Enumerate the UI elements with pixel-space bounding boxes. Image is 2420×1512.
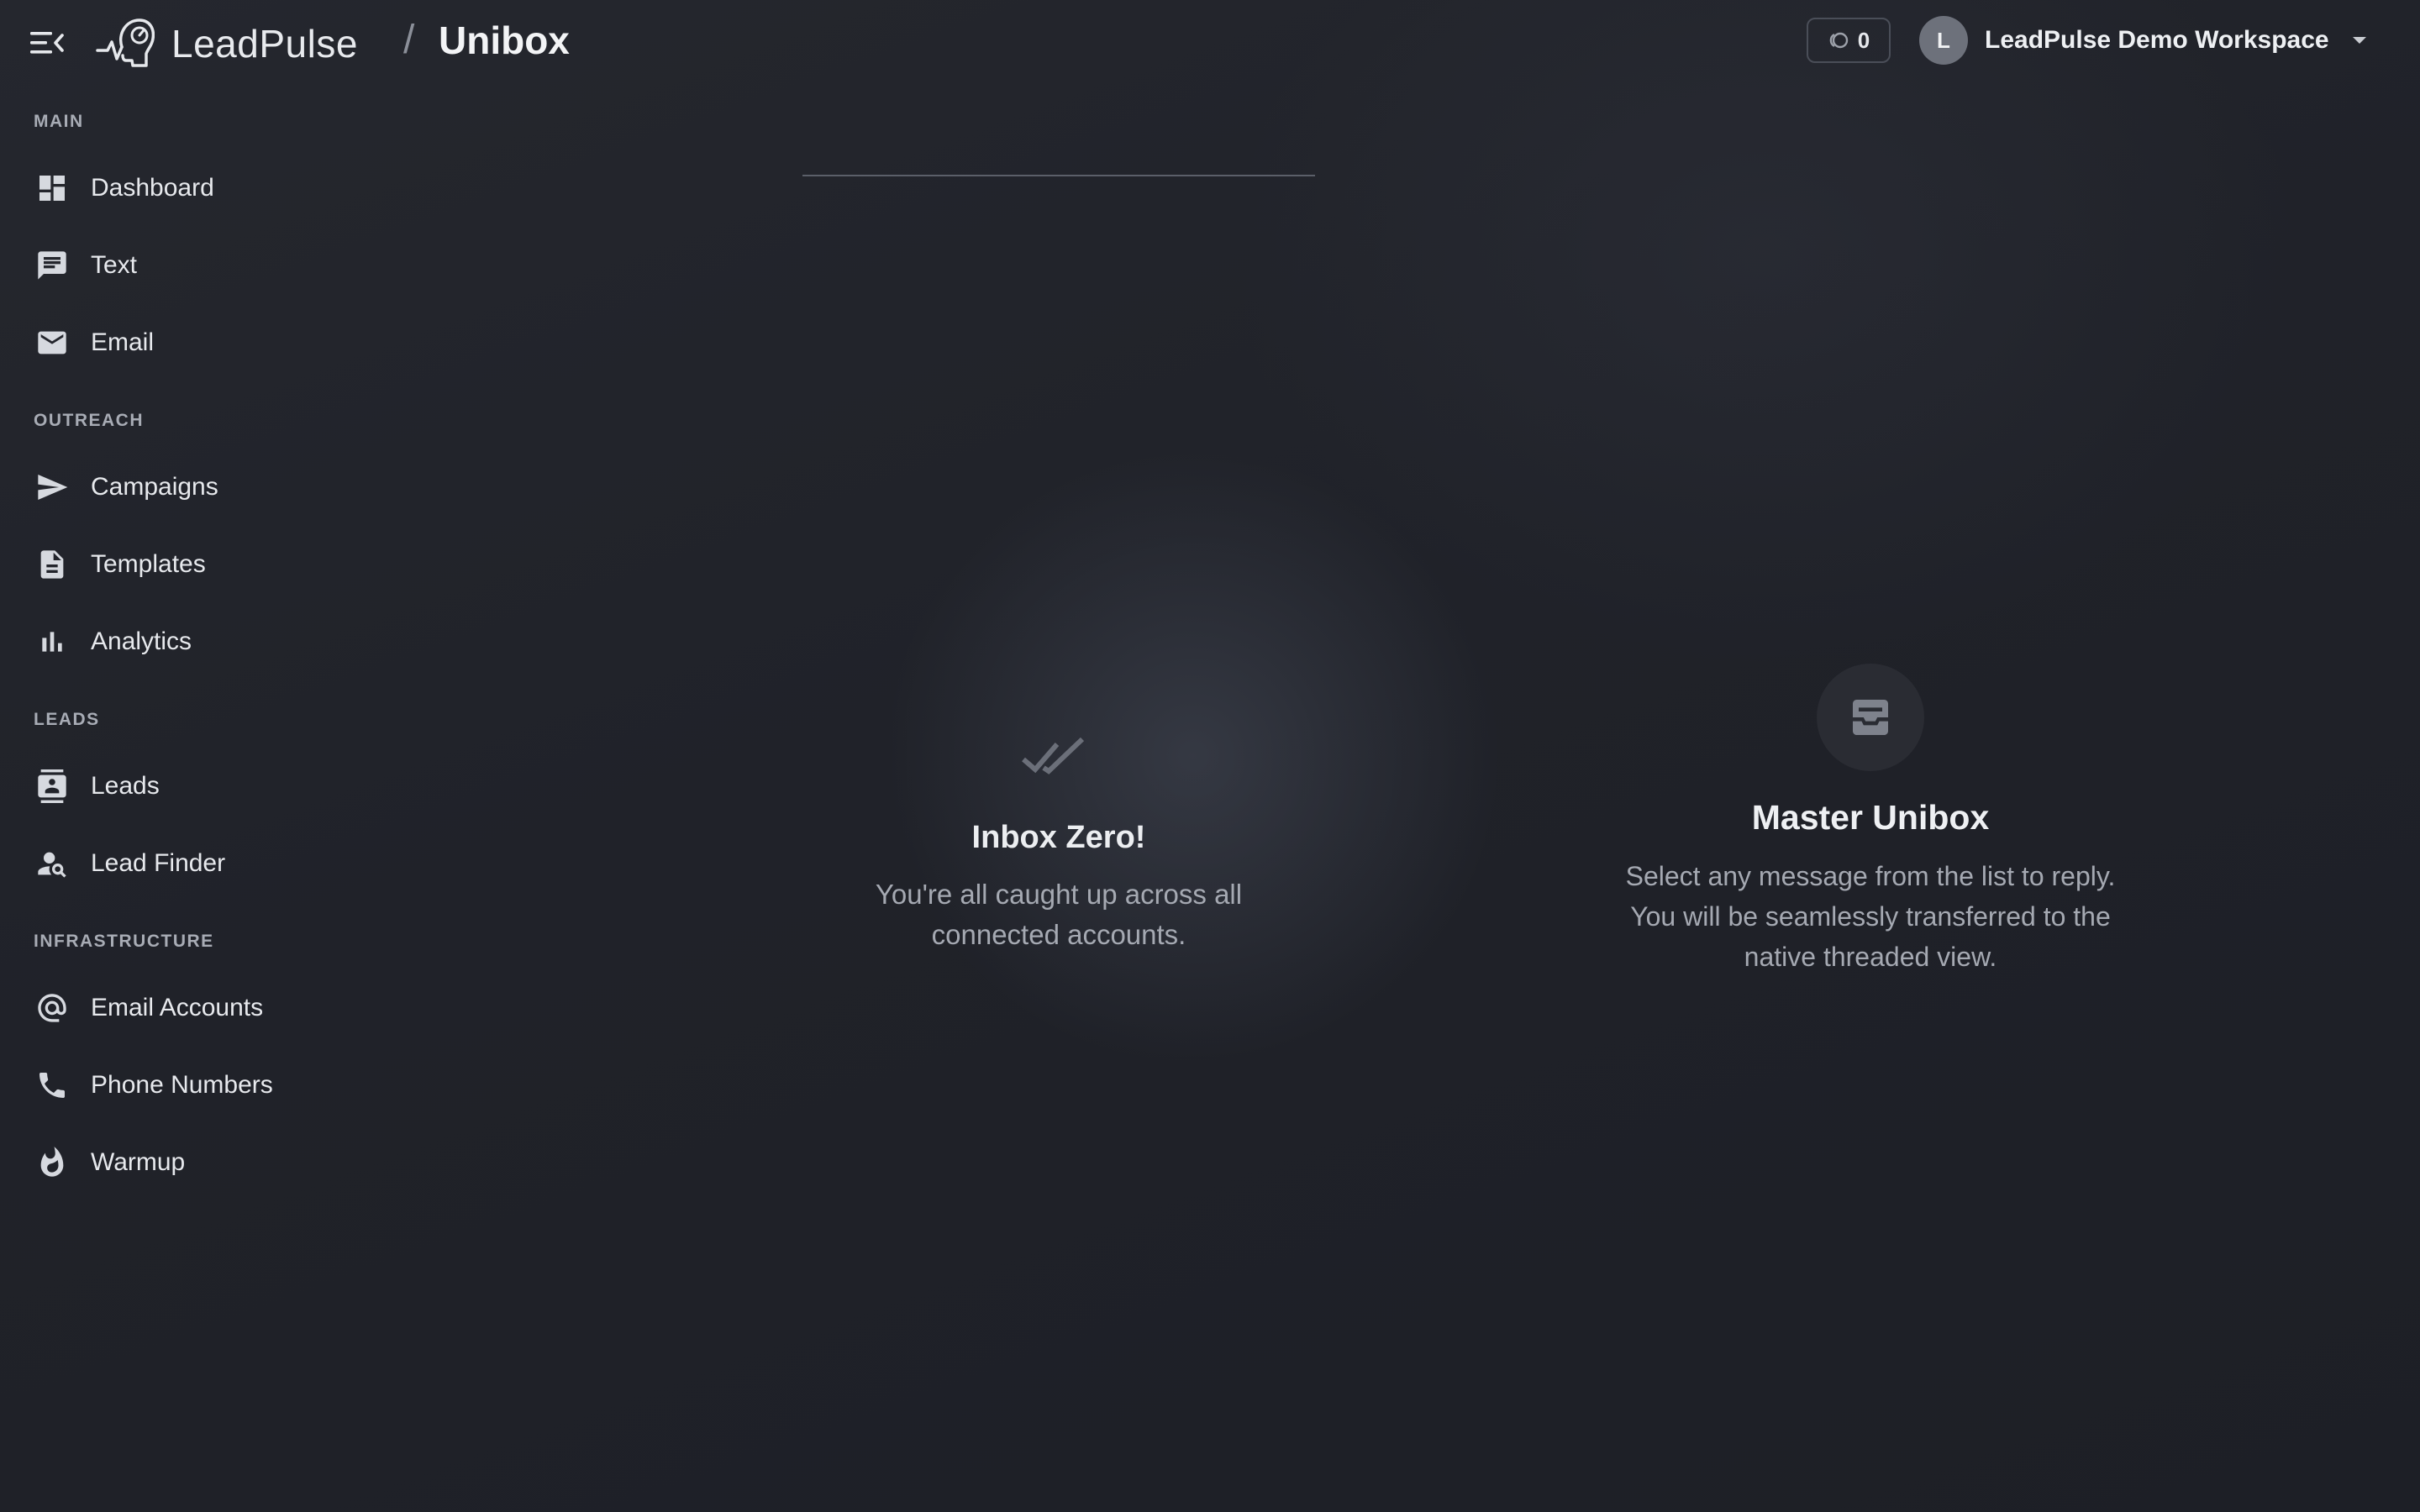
sidebar-item-label: Leads xyxy=(91,772,160,800)
phone-icon xyxy=(34,1067,71,1104)
sidebar-item-lead-finder[interactable]: Lead Finder xyxy=(0,830,336,897)
inbox-tray-icon xyxy=(1853,700,1888,735)
sidebar-item-label: Email xyxy=(91,328,155,356)
sidebar-item-label: Lead Finder xyxy=(91,849,226,877)
sidebar-item-label: Warmup xyxy=(91,1148,186,1176)
chat-icon xyxy=(34,247,71,284)
menu-collapse-icon[interactable] xyxy=(30,29,64,57)
credits-count: 0 xyxy=(1857,27,1870,53)
sidebar-section-infrastructure: INFRASTRUCTURE xyxy=(34,932,214,951)
detail-title: Master Unibox xyxy=(1751,798,1990,837)
sidebar-item-email-accounts[interactable]: Email Accounts xyxy=(0,974,336,1042)
detail-icon-badge xyxy=(1817,664,1924,771)
document-icon xyxy=(34,546,71,583)
breadcrumb-separator: / xyxy=(403,18,415,62)
at-sign-icon xyxy=(34,990,71,1026)
sidebar-section-outreach: OUTREACH xyxy=(34,411,144,430)
page-title: Unibox xyxy=(439,18,570,62)
inbox-empty-title: Inbox Zero! xyxy=(971,820,1146,855)
detail-placeholder: Master Unibox Select any message from th… xyxy=(1613,664,2128,977)
bar-chart-icon xyxy=(34,623,71,660)
brand-name[interactable]: LeadPulse xyxy=(171,20,358,67)
sidebar-item-warmup[interactable]: Warmup xyxy=(0,1129,336,1196)
top-bar: LeadPulse / Unibox 0 L LeadPulse Demo Wo… xyxy=(0,0,2420,84)
mail-icon xyxy=(34,324,71,361)
sidebar-item-label: Templates xyxy=(91,550,206,578)
sidebar-item-label: Dashboard xyxy=(91,174,214,202)
credits-badge[interactable]: 0 xyxy=(1807,18,1891,63)
sidebar-item-label: Analytics xyxy=(91,627,192,655)
workspace-switcher[interactable]: L LeadPulse Demo Workspace xyxy=(1919,15,2368,66)
sidebar-item-phone-numbers[interactable]: Phone Numbers xyxy=(0,1052,336,1119)
sidebar-item-label: Email Accounts xyxy=(91,994,264,1021)
caret-down-icon xyxy=(2352,37,2366,44)
sidebar-item-text[interactable]: Text xyxy=(0,232,336,299)
person-search-icon xyxy=(34,845,71,882)
workspace-name: LeadPulse Demo Workspace xyxy=(1985,26,2329,54)
send-icon xyxy=(34,469,71,506)
sidebar-item-templates[interactable]: Templates xyxy=(0,531,336,598)
coins-icon xyxy=(1829,32,1848,49)
dashboard-icon xyxy=(34,170,71,207)
double-check-icon xyxy=(1022,737,1085,774)
leadpulse-logo-icon[interactable] xyxy=(96,17,155,69)
sidebar-section-leads: LEADS xyxy=(34,710,100,729)
sidebar-item-email[interactable]: Email xyxy=(0,309,336,376)
avatar: L xyxy=(1919,16,1968,65)
message-list-divider xyxy=(802,175,1315,176)
sidebar-item-label: Phone Numbers xyxy=(91,1071,273,1099)
contacts-icon xyxy=(34,768,71,805)
sidebar-item-analytics[interactable]: Analytics xyxy=(0,608,336,675)
inbox-empty-text: You're all caught up across all connecte… xyxy=(875,879,1243,950)
detail-text: Select any message from the list to repl… xyxy=(1625,861,2116,972)
sidebar-item-dashboard[interactable]: Dashboard xyxy=(0,155,336,222)
sidebar-item-campaigns[interactable]: Campaigns xyxy=(0,454,336,521)
inbox-empty-state: Inbox Zero! You're all caught up across … xyxy=(807,731,1311,955)
sidebar-item-label: Text xyxy=(91,251,138,279)
flame-icon xyxy=(34,1144,71,1181)
sidebar-item-leads[interactable]: Leads xyxy=(0,753,336,820)
sidebar-item-label: Campaigns xyxy=(91,473,218,501)
sidebar-section-main: MAIN xyxy=(34,112,84,131)
